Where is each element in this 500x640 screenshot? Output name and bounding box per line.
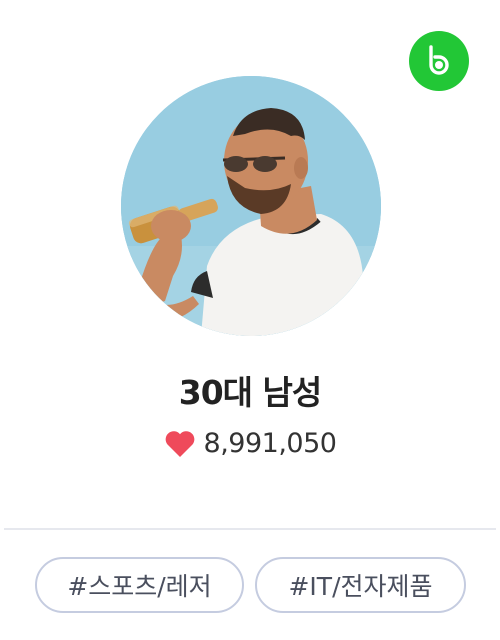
b-logo-icon — [429, 45, 449, 75]
profile-title: 30대 남성 — [178, 373, 323, 412]
likes-row: 8,991,050 — [0, 428, 500, 459]
brand-badge[interactable] — [409, 31, 469, 91]
profile-avatar — [121, 76, 381, 336]
profile-card: 30대 남성 8,991,050 #스포츠/레저 #IT/전자제품 — [0, 0, 500, 640]
likes-count: 8,991,050 — [203, 428, 337, 459]
avatar-image — [121, 76, 381, 336]
tag-it-electronics[interactable]: #IT/전자제품 — [255, 557, 466, 613]
heart-icon[interactable] — [164, 430, 196, 458]
tag-sports-leisure[interactable]: #스포츠/레저 — [35, 557, 244, 613]
tag-list: #스포츠/레저 #IT/전자제품 — [0, 557, 500, 613]
divider — [4, 528, 496, 530]
